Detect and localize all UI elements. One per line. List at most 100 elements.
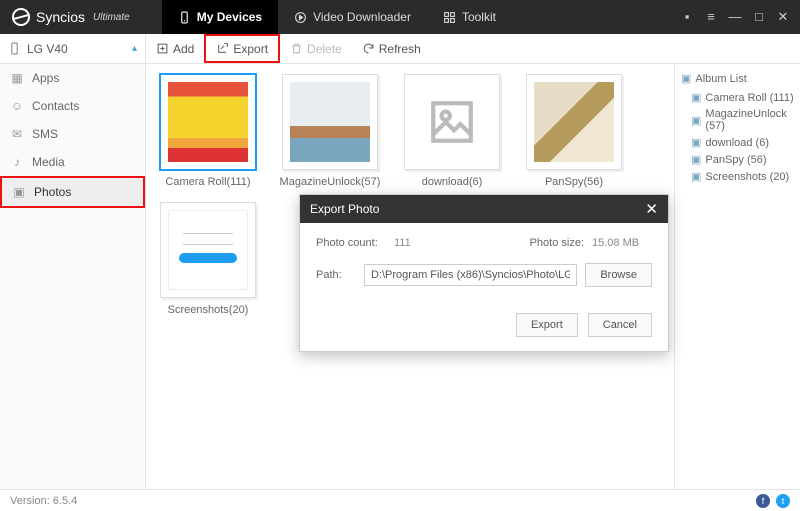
picture-icon: ▣	[691, 91, 701, 104]
album-list-label: download (6)	[705, 137, 769, 149]
album-label: MagazineUnlock(57)	[280, 176, 381, 188]
social-links: f t	[756, 494, 790, 508]
export-photo-dialog: Export Photo ✕ Photo count: 111 Photo si…	[299, 194, 669, 352]
thumb-image	[412, 82, 492, 162]
album-list-label: PanSpy (56)	[705, 154, 766, 166]
sidebar-item-media[interactable]: ♪Media	[0, 148, 145, 176]
photos-icon: ▣	[12, 185, 26, 199]
path-input[interactable]	[364, 264, 577, 286]
album-thumb	[160, 74, 256, 170]
album-download[interactable]: download(6)	[398, 74, 506, 188]
status-bar: Version: 6.5.4 f t	[0, 489, 800, 511]
album-thumb	[526, 74, 622, 170]
minimize-icon[interactable]: —	[728, 9, 742, 25]
maximize-icon[interactable]: □	[752, 9, 766, 25]
sub-toolbar-row: LG V40 ▴ Add Export Delete Refresh	[0, 34, 800, 64]
tool-label: Refresh	[379, 42, 421, 56]
dialog-path-row: Path: Browse	[316, 263, 652, 287]
tab-toolkit[interactable]: Toolkit	[427, 0, 512, 34]
album-list-item[interactable]: ▣ Screenshots (20)	[681, 168, 794, 185]
album-panspy[interactable]: PanSpy(56)	[520, 74, 628, 188]
album-label: PanSpy(56)	[545, 176, 603, 188]
menu-icon[interactable]: ≡	[704, 9, 718, 25]
play-circle-icon	[294, 11, 307, 24]
sidebar-item-label: Contacts	[32, 99, 79, 113]
tool-label: Export	[233, 42, 268, 56]
tab-my-devices[interactable]: My Devices	[162, 0, 278, 34]
tab-video-downloader[interactable]: Video Downloader	[278, 0, 427, 34]
album-magazine-unlock[interactable]: MagazineUnlock(57)	[276, 74, 384, 188]
album-camera-roll[interactable]: Camera Roll(111)	[154, 74, 262, 188]
album-thumb	[160, 202, 256, 298]
sms-icon: ✉	[10, 127, 24, 141]
album-list-item[interactable]: ▣ MagazineUnlock (57)	[681, 106, 794, 134]
brand-edition: Ultimate	[93, 12, 130, 23]
photo-count-value: 111	[394, 237, 454, 249]
sidebar: ▦ Apps ☺ Contacts ✉ SMS ♪Media ▣ Photos	[0, 64, 146, 489]
trash-icon	[290, 42, 303, 55]
contacts-icon: ☺	[10, 99, 24, 113]
thumb-image	[168, 82, 248, 162]
dialog-body: Photo count: 111 Photo size: 15.08 MB Pa…	[300, 223, 668, 313]
notification-icon[interactable]: ▪	[680, 9, 694, 25]
sidebar-item-apps[interactable]: ▦ Apps	[0, 64, 145, 92]
album-label: download(6)	[422, 176, 483, 188]
album-list-item[interactable]: ▣ PanSpy (56)	[681, 151, 794, 168]
export-icon	[216, 42, 229, 55]
brand-name: Syncios	[36, 9, 85, 25]
sidebar-item-sms[interactable]: ✉ SMS	[0, 120, 145, 148]
delete-button[interactable]: Delete	[280, 34, 352, 63]
title-bar: Syncios Ultimate My Devices Video Downlo…	[0, 0, 800, 34]
tab-label: Toolkit	[462, 10, 496, 24]
twitter-icon[interactable]: t	[776, 494, 790, 508]
album-list-pane: ▣ Album List ▣ Camera Roll (111) ▣ Magazine…	[674, 64, 800, 489]
album-list-label: MagazineUnlock (57)	[705, 108, 794, 132]
sidebar-item-label: Apps	[32, 71, 59, 85]
window-controls: ▪ ≡ — □ ✕	[680, 9, 800, 25]
album-list-item[interactable]: ▣ Camera Roll (111)	[681, 89, 794, 106]
picture-icon: ▣	[691, 153, 701, 166]
picture-icon: ▣	[691, 114, 701, 127]
sidebar-item-label: SMS	[32, 127, 58, 141]
album-list-title: Album List	[695, 73, 746, 85]
version-label: Version: 6.5.4	[10, 495, 77, 507]
sidebar-item-photos[interactable]: ▣ Photos	[0, 176, 145, 208]
syncios-logo-icon	[12, 8, 30, 26]
device-selector[interactable]: LG V40 ▴	[0, 34, 146, 63]
facebook-icon[interactable]: f	[756, 494, 770, 508]
add-button[interactable]: Add	[146, 34, 204, 63]
thumb-image	[290, 82, 370, 162]
phone-icon	[178, 11, 191, 24]
album-list-item[interactable]: ▣ download (6)	[681, 134, 794, 151]
sidebar-item-contacts[interactable]: ☺ Contacts	[0, 92, 145, 120]
album-thumb	[404, 74, 500, 170]
picture-icon: ▣	[681, 72, 691, 85]
dialog-title-bar: Export Photo ✕	[300, 195, 668, 223]
phone-icon	[8, 42, 21, 55]
picture-icon: ▣	[691, 170, 701, 183]
export-button[interactable]: Export	[204, 34, 280, 63]
thumb-image	[534, 82, 614, 162]
refresh-button[interactable]: Refresh	[352, 34, 431, 63]
cancel-button[interactable]: Cancel	[588, 313, 652, 337]
album-list-label: Camera Roll (111)	[705, 92, 793, 104]
album-list-label: Screenshots (20)	[705, 171, 789, 183]
browse-button[interactable]: Browse	[585, 263, 652, 287]
album-thumb	[282, 74, 378, 170]
thumb-image	[168, 210, 248, 290]
sidebar-item-label: Media	[32, 155, 65, 169]
album-screenshots[interactable]: Screenshots(20)	[154, 202, 262, 316]
picture-icon: ▣	[691, 136, 701, 149]
photo-size-label: Photo size:	[514, 237, 584, 249]
plus-icon	[156, 42, 169, 55]
photo-count-label: Photo count:	[316, 237, 386, 249]
photo-size-value: 15.08 MB	[592, 237, 652, 249]
album-label: Camera Roll(111)	[165, 176, 250, 188]
close-dialog-icon[interactable]: ✕	[645, 200, 658, 218]
sidebar-item-label: Photos	[34, 185, 71, 199]
toolbar: Add Export Delete Refresh	[146, 34, 431, 63]
close-icon[interactable]: ✕	[776, 9, 790, 25]
apps-icon: ▦	[10, 71, 24, 85]
export-confirm-button[interactable]: Export	[516, 313, 578, 337]
tab-label: My Devices	[197, 10, 262, 24]
